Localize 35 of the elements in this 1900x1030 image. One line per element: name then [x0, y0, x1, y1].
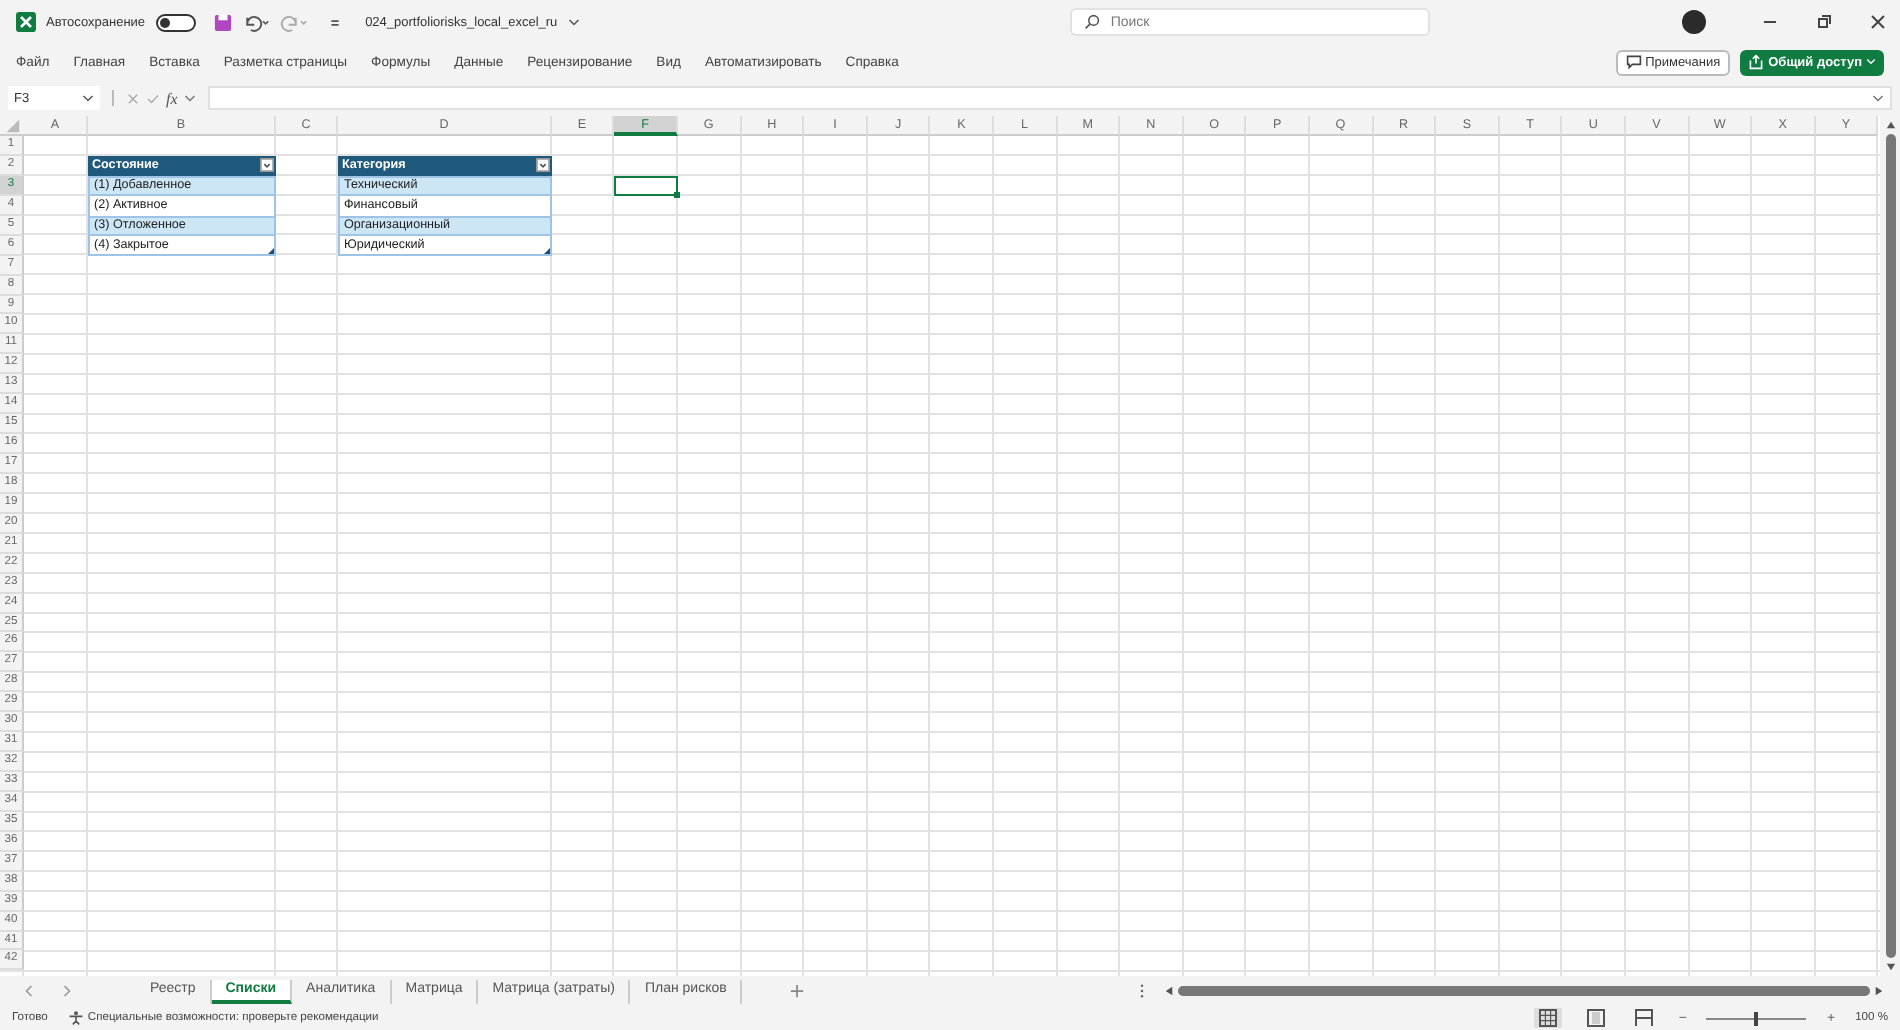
active-cell[interactable] [614, 175, 678, 196]
close-icon[interactable] [1868, 12, 1888, 32]
scroll-down-icon[interactable] [1885, 962, 1895, 972]
horizontal-scrollbar[interactable] [1164, 983, 1884, 999]
scroll-up-icon[interactable] [1885, 120, 1895, 130]
restore-icon[interactable] [1814, 12, 1834, 32]
chevron-down-icon [1872, 93, 1884, 103]
chevron-down-icon [1866, 58, 1876, 66]
spreadsheet-app-icon [16, 12, 36, 32]
resize-handle-icon[interactable] [544, 247, 550, 254]
checkmark-icon[interactable] [146, 91, 160, 105]
save-icon[interactable] [213, 13, 232, 31]
resize-handle-icon[interactable] [268, 247, 274, 254]
autosave-toggle[interactable] [155, 13, 196, 31]
formula-input[interactable] [207, 86, 1892, 110]
chevron-down-icon [183, 93, 196, 103]
scroll-right-icon[interactable] [1874, 986, 1884, 996]
page-layout-icon[interactable] [1582, 1008, 1611, 1028]
vertical-scrollbar[interactable] [1880, 116, 1900, 976]
filter-dropdown-icon[interactable] [260, 158, 274, 173]
chevron-down-icon[interactable] [567, 17, 580, 27]
scroll-left-icon[interactable] [1164, 986, 1174, 996]
undo-icon[interactable] [241, 13, 270, 31]
search-icon [1084, 14, 1101, 30]
normal-view-icon[interactable] [1534, 1008, 1563, 1028]
avatar[interactable] [1682, 10, 1706, 34]
chevron-down-icon [82, 93, 94, 103]
zoom-slider-thumb[interactable] [1754, 1011, 1759, 1025]
filter-dropdown-icon[interactable] [536, 158, 550, 173]
accessibility-icon [67, 1010, 84, 1026]
add-sheet-icon[interactable] [790, 984, 805, 998]
page-break-icon[interactable] [1630, 1008, 1659, 1028]
comment-icon [1625, 54, 1642, 70]
share-icon [1748, 54, 1765, 70]
insert-function-button[interactable]: fx [166, 89, 178, 107]
